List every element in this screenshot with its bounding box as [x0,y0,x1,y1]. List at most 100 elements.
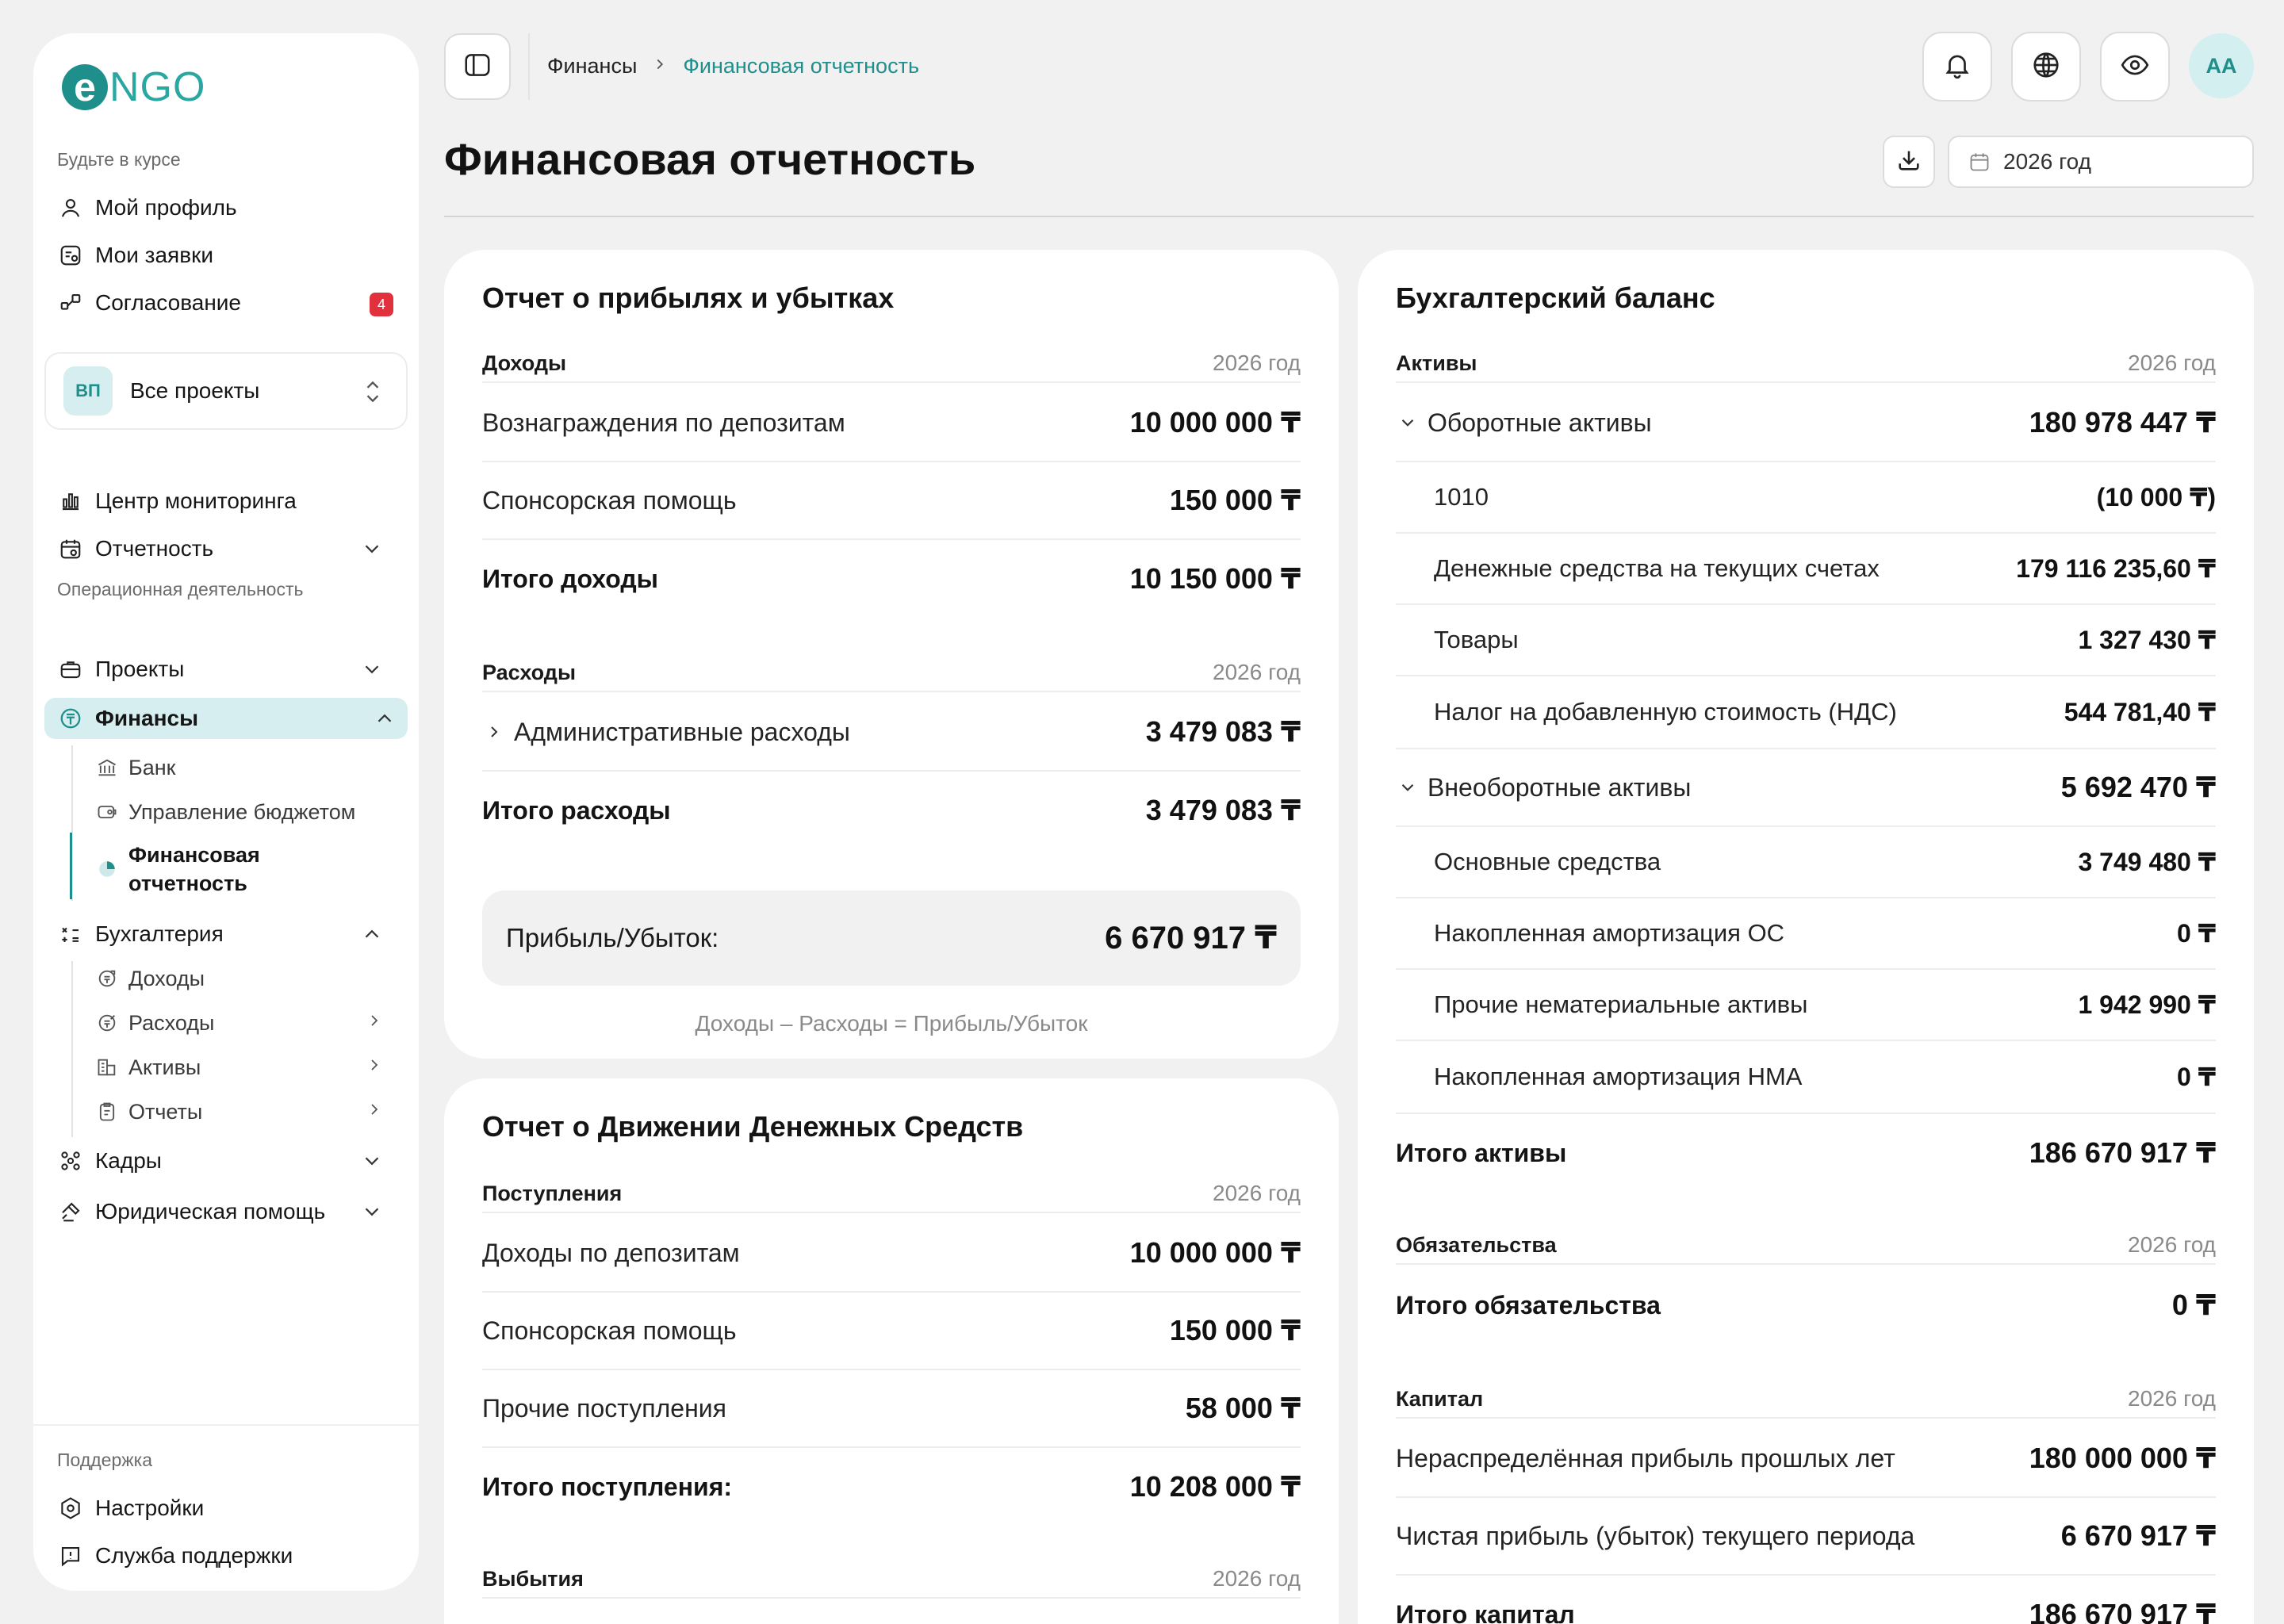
row-label-text: Внеоборотные активы [1428,772,1692,802]
sidebar-item-projects[interactable]: Проекты [57,649,395,690]
cash-flow-card: Отчет о Движении Денежных Средств Поступ… [444,1078,1339,1624]
row-label-text: Административные расходы [514,717,850,746]
chevron-right-icon [651,54,669,79]
sidebar-item-settings[interactable]: Настройки [57,1488,395,1529]
sidebar: e NGO Будьте в курсе Мой профиль Мои зая… [33,33,419,1591]
row-label: Прочие нематериальные активы [1434,990,1808,1018]
logo-text: NGO [109,64,206,110]
section-label-support: Поддержка [57,1450,152,1470]
row-value: 3 749 480 ₸ [2078,848,2216,876]
profit-label: Прибыль/Убыток: [506,923,719,952]
section-header-year: 2026 год [2128,350,2216,375]
row-label: Прочие поступления [482,1393,726,1423]
app-logo[interactable]: e NGO [62,63,205,111]
sidebar-item-legal[interactable]: Юридическая помощь [57,1191,395,1232]
sidebar-subitem-label: Банк [128,755,176,779]
notifications-button[interactable] [1922,32,1992,102]
tenge-circle-icon [57,705,84,732]
row-value: 0 ₸ [2177,1063,2216,1091]
calendar-report-icon [57,535,84,562]
download-button[interactable] [1883,136,1935,188]
sidebar-item-label: Кадры [95,1148,162,1173]
row-value: 10 000 000 ₸ [1129,1236,1301,1269]
sidebar-item-approval[interactable]: Согласование 4 [57,282,395,324]
row-label: Денежные средства на текущих счетах [1434,554,1880,582]
row-label: Основные средства [1434,848,1661,875]
table-row: Денежные средства на текущих счетах 179 … [1396,534,2216,605]
language-button[interactable] [2011,32,2081,102]
sidebar-item-label: Проекты [95,657,185,681]
row-value: 179 116 235,60 ₸ [2016,554,2216,583]
row-label: Товары [1434,626,1519,653]
sidebar-item-label: Бухгалтерия [95,921,224,946]
report-icon [95,1100,119,1124]
section-header-year: 2026 год [1213,660,1301,684]
sidebar-item-accounting[interactable]: Бухгалтерия [57,914,395,955]
help-chat-icon [57,1542,84,1569]
expense-icon [95,1011,119,1035]
card-title: Отчет о прибылях и убытках [482,282,895,314]
row-value: 10 208 000 ₸ [1129,1470,1301,1503]
row-value: 6 670 917 ₸ [2060,1519,2216,1552]
sidebar-subitem-budget[interactable]: Управление бюджетом [95,796,395,828]
sidebar-item-reporting[interactable]: Отчетность [57,528,395,569]
section-header-label: Выбытия [482,1566,584,1591]
row-value: 0 ₸ [2177,919,2216,948]
sidebar-subitem-label: Управление бюджетом [128,799,356,824]
sidebar-item-finance[interactable]: Финансы [44,698,408,739]
row-label-text: Оборотные активы [1428,408,1652,437]
table-row: Накопленная амортизация НМА 0 ₸ [1396,1041,2216,1114]
bell-icon [1942,50,1972,84]
table-row: 1010 (10 000 ₸) [1396,462,2216,534]
noncurrent-assets-row[interactable]: Внеоборотные активы 5 692 470 ₸ [1396,749,2216,827]
table-row: Спонсорская помощь 150 000 ₸ [482,1293,1301,1370]
table-row-expandable[interactable]: Административные расходы 3 479 083 ₸ [482,694,1301,772]
toggle-sidebar-button[interactable] [444,33,511,100]
sidebar-subitem-label: Финансовая отчетность [128,841,260,898]
section-header-year: 2026 год [1213,1566,1301,1591]
sidebar-item-label: Отчетность [95,536,214,561]
table-row: Прочие поступления 58 000 ₸ [482,1370,1301,1448]
sidebar-item-label: Центр мониторинга [95,488,297,513]
sidebar-subitem-label: Отчеты [128,1099,203,1124]
sidebar-subitem-assets[interactable]: Активы [95,1051,395,1083]
sidebar-item-monitoring[interactable]: Центр мониторинга [57,481,395,522]
sidebar-subitem-bank[interactable]: Банк [95,752,395,783]
approval-icon [57,289,84,316]
sidebar-item-profile[interactable]: Мой профиль [57,187,395,228]
sidebar-item-help[interactable]: Служба поддержки [57,1535,395,1576]
breadcrumb-finance[interactable]: Финансы [547,54,637,79]
row-value: 186 670 917 ₸ [2029,1136,2216,1169]
row-label: Итого активы [1396,1138,1567,1167]
user-avatar[interactable]: АА [2189,33,2254,98]
chevron-down-icon [360,1200,384,1224]
row-value: 180 000 000 ₸ [2029,1442,2216,1474]
current-assets-row[interactable]: Оборотные активы 180 978 447 ₸ [1396,385,2216,462]
section-header-inflows: Поступления 2026 год [482,1175,1301,1213]
sidebar-item-label: Финансы [95,706,198,730]
section-header-label: Расходы [482,660,577,684]
inflow-total-row: Итого поступления: 10 208 000 ₸ [482,1448,1301,1526]
row-label: Накопленная амортизация НМА [1434,1063,1803,1090]
row-label: Оборотные активы [1396,408,1652,438]
breadcrumb-current[interactable]: Финансовая отчетность [683,54,919,79]
table-row: Чистая прибыль (убыток) текущего периода… [1396,1498,2216,1576]
table-row: Товары 1 327 430 ₸ [1396,605,2216,676]
globe-icon [2031,50,2061,84]
sidebar-subitem-expenses[interactable]: Расходы [95,1007,395,1039]
sidebar-item-my-requests[interactable]: Мои заявки [57,235,395,276]
section-header-outflows: Выбытия 2026 год [482,1561,1301,1599]
sidebar-item-hr[interactable]: Кадры [57,1140,395,1182]
visibility-button[interactable] [2100,32,2170,102]
sidebar-subitem-income[interactable]: Доходы [95,963,395,994]
row-value: 3 479 083 ₸ [1145,715,1301,748]
sidebar-item-label: Мои заявки [95,243,213,267]
section-header-label: Доходы [482,350,567,375]
year-select[interactable]: 2026 год [1948,136,2254,188]
row-label: Итого доходы [482,564,658,593]
sidebar-subitem-reports[interactable]: Отчеты [95,1096,395,1128]
year-select-value: 2026 год [2003,149,2091,174]
sidebar-subitem-financial-reports[interactable]: Финансовая отчетность [95,839,395,899]
chevron-down-icon [360,657,384,681]
project-switcher[interactable]: ВП Все проекты [44,352,408,430]
